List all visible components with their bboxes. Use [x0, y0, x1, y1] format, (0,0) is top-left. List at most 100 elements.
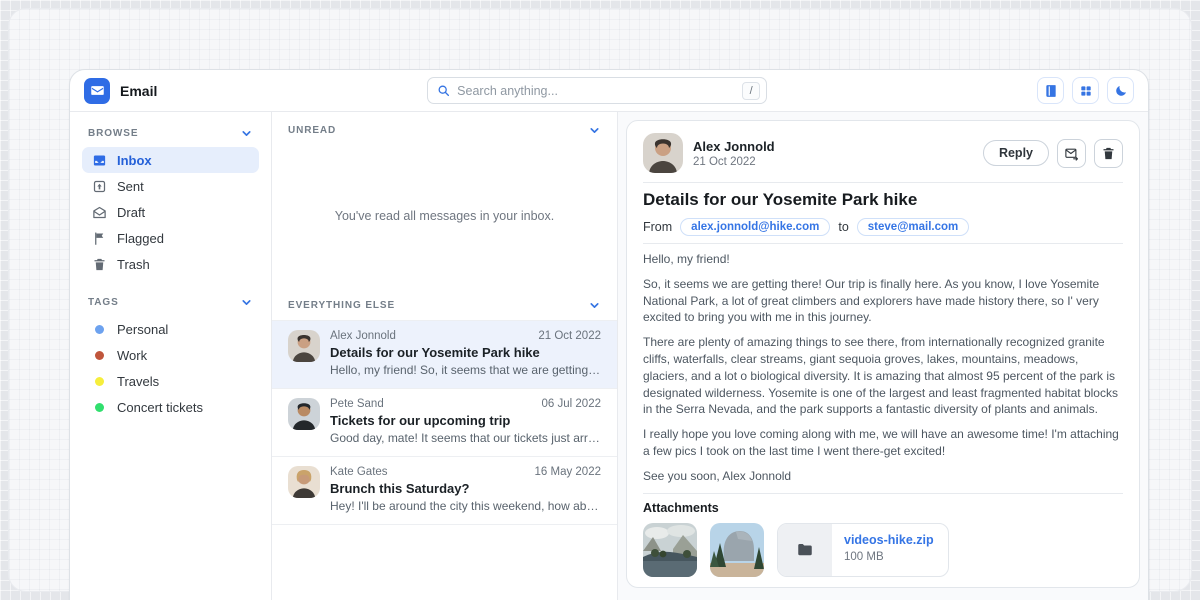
browse-label: BROWSE	[88, 128, 138, 139]
trash-icon	[92, 257, 107, 272]
sidebar-item-trash[interactable]: Trash	[82, 251, 259, 277]
tag-dot-concert-tickets	[95, 403, 104, 412]
chevron-down-icon[interactable]	[588, 299, 601, 312]
browse-section-header: BROWSE	[82, 122, 259, 144]
email-date: 16 May 2022	[535, 466, 602, 478]
email-subject: Details for our Yosemite Park hike	[330, 345, 601, 360]
dark-mode-toggle[interactable]	[1107, 77, 1134, 104]
tag-label: Personal	[117, 322, 168, 337]
chevron-down-icon[interactable]	[240, 127, 253, 140]
folder-icon	[778, 524, 832, 576]
attachment-photo-2[interactable]	[710, 523, 764, 577]
delete-button[interactable]	[1094, 139, 1123, 168]
trash-icon	[1101, 146, 1116, 161]
search-box[interactable]: /	[427, 77, 767, 104]
file-size: 100 MB	[844, 551, 934, 563]
tag-item-work[interactable]: Work	[82, 342, 259, 368]
draft-envelope-icon	[92, 205, 107, 220]
email-detail-card: Alex Jonnold 21 Oct 2022 Reply	[626, 120, 1140, 588]
sidebar-item-label: Sent	[117, 179, 144, 194]
attachment-file-card[interactable]: videos-hike.zip 100 MB	[777, 523, 949, 577]
email-item-content: Pete Sand 06 Jul 2022 Tickets for our up…	[330, 398, 601, 445]
avatar	[288, 466, 320, 498]
mail-forward-icon	[1064, 146, 1079, 161]
search-input[interactable]	[457, 84, 735, 98]
from-email-chip[interactable]: alex.jonnold@hike.com	[680, 218, 830, 236]
chevron-down-icon[interactable]	[240, 296, 253, 309]
sidebar-item-flagged[interactable]: Flagged	[82, 225, 259, 251]
header-actions	[1037, 77, 1134, 104]
everything-else-section-header: EVERYTHING ELSE	[272, 287, 617, 320]
inbox-icon	[92, 153, 107, 168]
tag-label: Concert tickets	[117, 400, 203, 415]
sidebar-item-inbox[interactable]: Inbox	[82, 147, 259, 173]
divider	[643, 493, 1123, 494]
sidebar: BROWSE Inbox	[70, 112, 272, 600]
sidebar-item-label: Trash	[117, 257, 150, 272]
email-date: 06 Jul 2022	[542, 398, 601, 410]
apps-grid-button[interactable]	[1072, 77, 1099, 104]
email-logo-icon	[84, 78, 110, 104]
body-paragraph: There are plenty of amazing things to se…	[643, 334, 1123, 418]
tags-label: TAGS	[88, 297, 119, 308]
email-list-item-1[interactable]: Alex Jonnold 21 Oct 2022 Details for our…	[272, 320, 617, 388]
tag-item-concert-tickets[interactable]: Concert tickets	[82, 394, 259, 420]
detail-header: Alex Jonnold 21 Oct 2022 Reply	[643, 131, 1123, 175]
avatar	[288, 398, 320, 430]
tag-dot-travels	[95, 377, 104, 386]
detail-subject: Details for our Yosemite Park hike	[643, 190, 1123, 210]
attachment-photo-1[interactable]	[643, 523, 697, 577]
sidebar-item-label: Inbox	[117, 153, 152, 168]
email-app-window: Email /	[69, 69, 1149, 600]
tag-dot-personal	[95, 325, 104, 334]
reply-button[interactable]: Reply	[983, 140, 1049, 166]
body-paragraph: So, it seems we are getting there! Our t…	[643, 276, 1123, 326]
tag-item-travels[interactable]: Travels	[82, 368, 259, 394]
search-shortcut-key: /	[742, 82, 760, 100]
body-paragraph: Hello, my friend!	[643, 251, 1123, 268]
moon-icon	[1114, 84, 1128, 98]
forward-mail-button[interactable]	[1057, 139, 1086, 168]
attachments-label: Attachments	[643, 501, 1123, 515]
email-snippet: Good day, mate! It seems that our ticket…	[330, 431, 601, 445]
book-button[interactable]	[1037, 77, 1064, 104]
sidebar-item-label: Flagged	[117, 231, 164, 246]
avatar	[288, 330, 320, 362]
send-icon	[92, 179, 107, 194]
tags-section-header: TAGS	[82, 291, 259, 313]
email-subject: Brunch this Saturday?	[330, 481, 601, 496]
detail-actions: Reply	[983, 139, 1123, 168]
tag-item-personal[interactable]: Personal	[82, 316, 259, 342]
divider	[643, 243, 1123, 244]
email-sender: Kate Gates	[330, 466, 527, 478]
app-title: Email	[120, 83, 157, 99]
file-name: videos-hike.zip	[844, 533, 934, 547]
page-background: Email /	[0, 0, 1200, 600]
avatar	[643, 133, 683, 173]
from-label: From	[643, 220, 672, 234]
app-header: Email /	[70, 70, 1148, 112]
detail-sender-block: Alex Jonnold 21 Oct 2022	[693, 139, 775, 168]
message-list-column: UNREAD You've read all messages in your …	[272, 112, 618, 600]
tag-dot-work	[95, 351, 104, 360]
tag-label: Travels	[117, 374, 159, 389]
sidebar-item-draft[interactable]: Draft	[82, 199, 259, 225]
sidebar-item-label: Draft	[117, 205, 145, 220]
search-area: /	[157, 77, 1037, 104]
email-list-item-3[interactable]: Kate Gates 16 May 2022 Brunch this Satur…	[272, 456, 617, 525]
email-item-content: Kate Gates 16 May 2022 Brunch this Satur…	[330, 466, 601, 513]
search-icon	[437, 84, 450, 97]
to-email-chip[interactable]: steve@mail.com	[857, 218, 969, 236]
body-paragraph: I really hope you love coming along with…	[643, 426, 1123, 460]
tag-label: Work	[117, 348, 147, 363]
from-to-row: From alex.jonnold@hike.com to steve@mail…	[643, 218, 1123, 236]
file-info: videos-hike.zip 100 MB	[832, 524, 948, 576]
unread-section-header: UNREAD	[272, 112, 617, 145]
email-list-item-2[interactable]: Pete Sand 06 Jul 2022 Tickets for our up…	[272, 388, 617, 456]
email-snippet: Hello, my friend! So, it seems that we a…	[330, 363, 601, 377]
book-icon	[1044, 84, 1058, 98]
chevron-down-icon[interactable]	[588, 124, 601, 137]
sidebar-item-sent[interactable]: Sent	[82, 173, 259, 199]
email-sender: Alex Jonnold	[330, 330, 530, 342]
outer-frame: Email /	[8, 8, 1192, 592]
